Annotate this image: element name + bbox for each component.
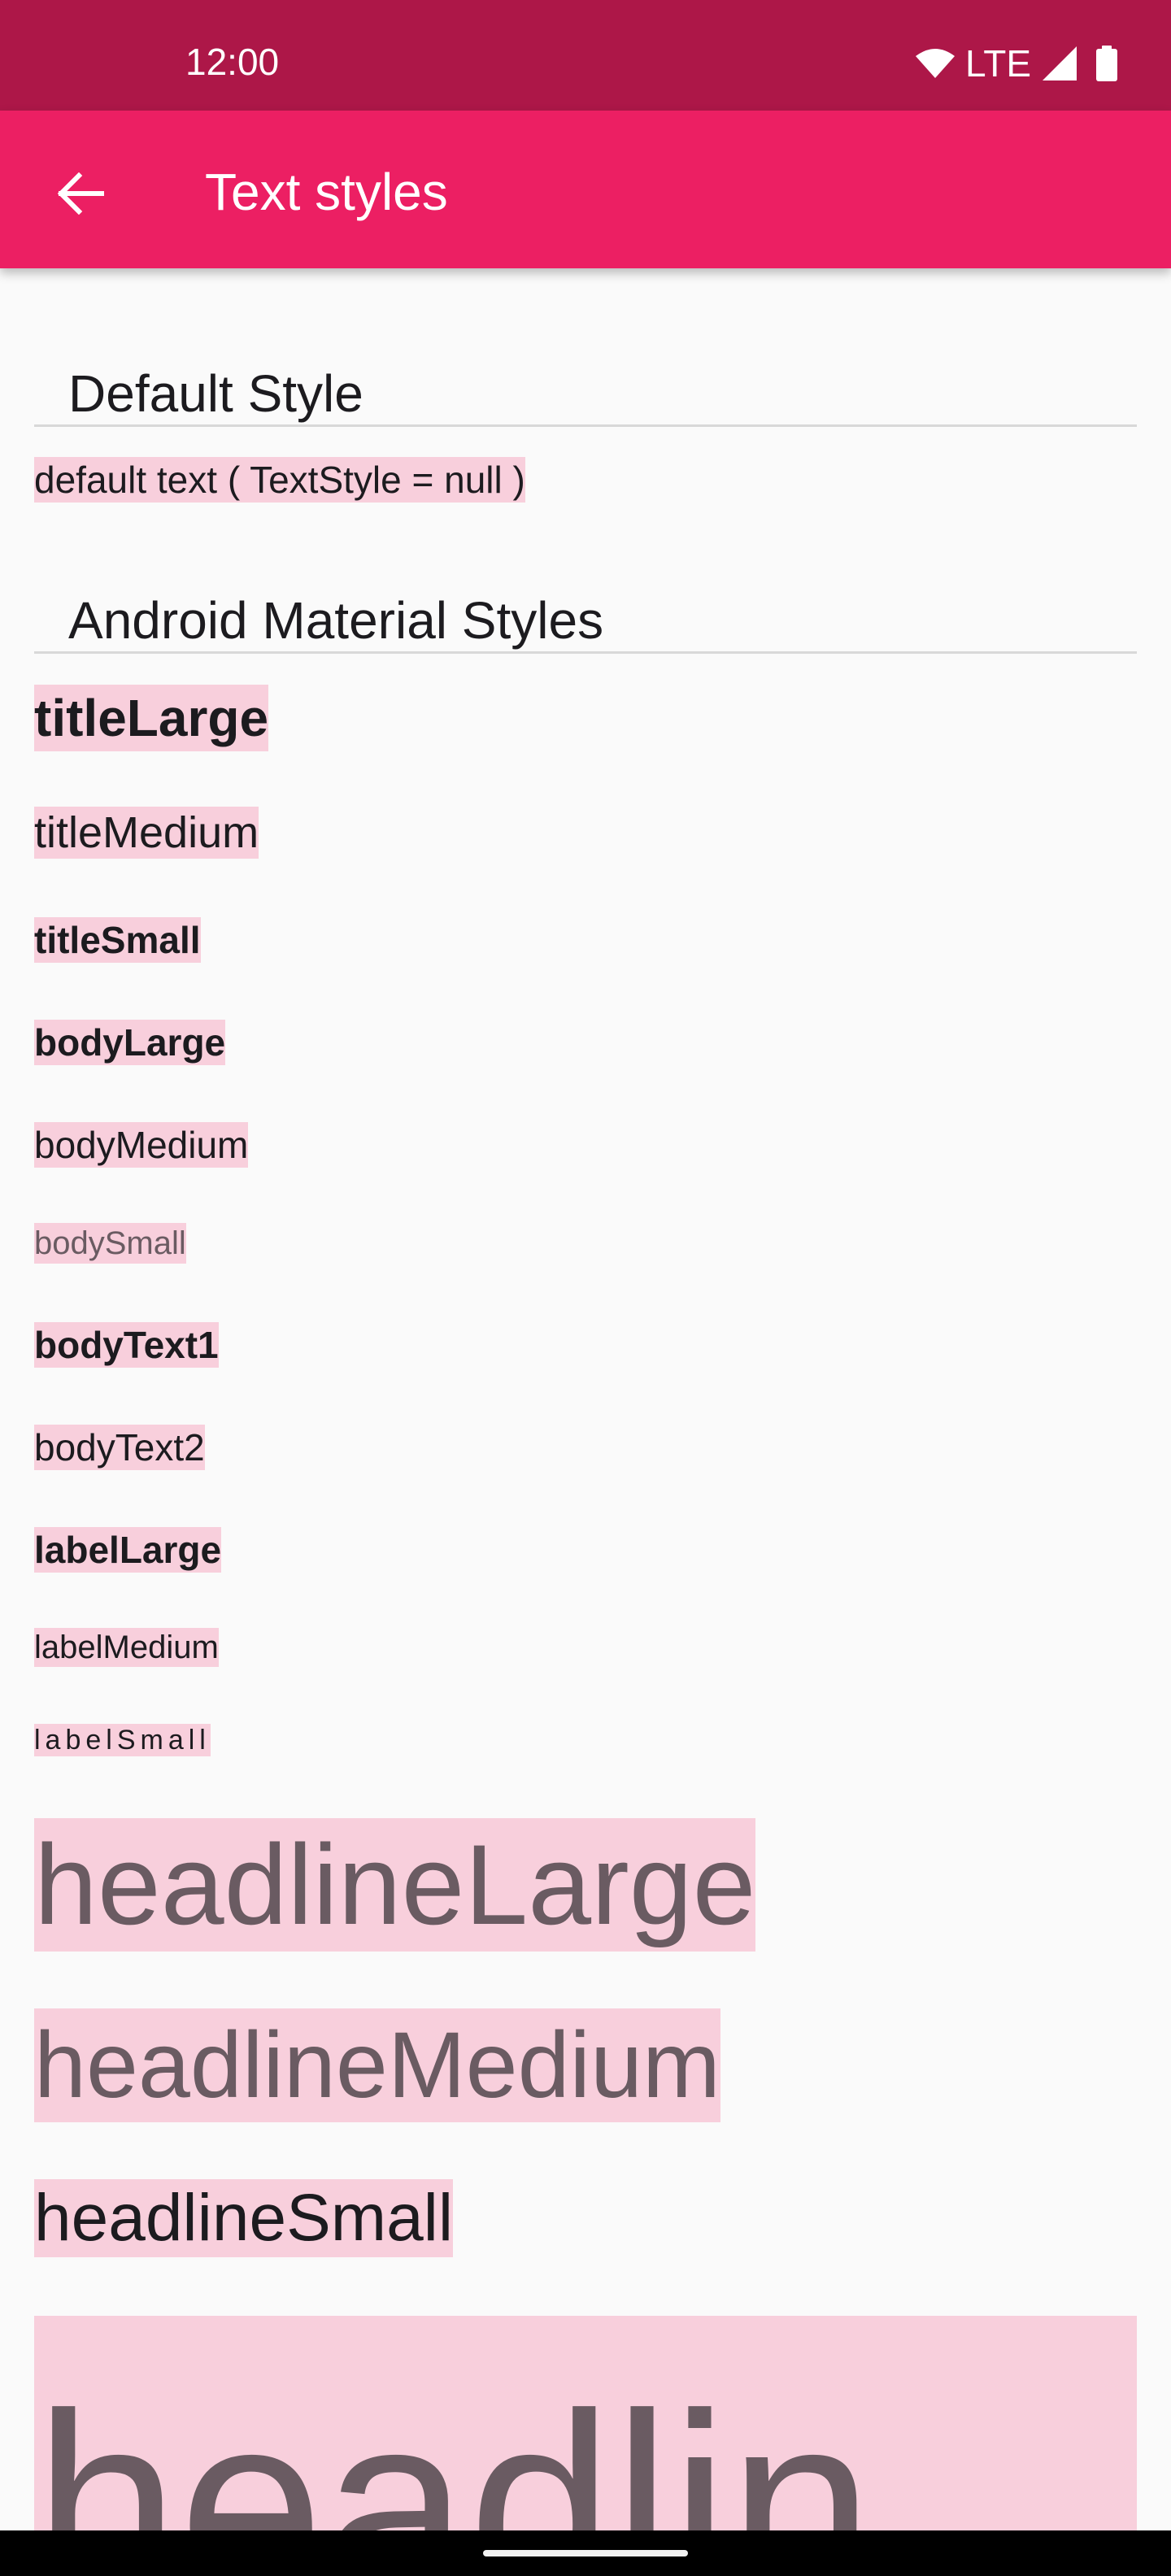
sample-body-small: bodySmall bbox=[34, 1223, 186, 1264]
status-bar: 12:00 LTE bbox=[0, 0, 1171, 111]
sample-title-large: titleLarge bbox=[34, 685, 269, 751]
sample-headline-medium: headlineMedium bbox=[34, 2008, 720, 2122]
sample-title-small: titleSmall bbox=[34, 917, 201, 963]
status-icons: LTE bbox=[915, 41, 1117, 86]
sample-body-large: bodyLarge bbox=[34, 1020, 226, 1065]
sample-headline-large: headlineLarge bbox=[34, 1818, 756, 1952]
home-gesture-handle[interactable] bbox=[483, 2550, 688, 2556]
sample-default-text: default text ( TextStyle = null ) bbox=[34, 457, 525, 503]
sample-title-medium: titleMedium bbox=[34, 807, 259, 859]
text-styles-list[interactable]: Default Style default text ( TextStyle =… bbox=[0, 268, 1171, 2530]
sample-label-medium: labelMedium bbox=[34, 1628, 219, 1667]
sample-body-medium: bodyMedium bbox=[34, 1122, 249, 1168]
sample-label-small: labelSmall bbox=[34, 1724, 211, 1756]
arrow-back-icon bbox=[57, 172, 104, 215]
network-type-label: LTE bbox=[965, 42, 1031, 85]
navigation-bar bbox=[0, 2530, 1171, 2576]
wifi-icon bbox=[915, 47, 956, 80]
section-header-default: Default Style bbox=[34, 363, 1137, 427]
cell-signal-icon bbox=[1043, 46, 1078, 80]
page-title: Text styles bbox=[205, 163, 448, 221]
section-title-default: Default Style bbox=[68, 364, 363, 423]
sample-headline-small: headlineSmall bbox=[34, 2179, 454, 2257]
back-button[interactable] bbox=[46, 159, 114, 228]
sample-label-large: labelLarge bbox=[34, 1527, 222, 1573]
status-time: 12:00 bbox=[185, 41, 280, 83]
sample-body-text2: bodyText2 bbox=[34, 1425, 205, 1470]
battery-icon bbox=[1096, 46, 1117, 81]
sample-display-large: headlin bbox=[34, 2316, 1137, 2530]
section-header-material: Android Material Styles bbox=[34, 590, 1137, 654]
display-large-text: headlin bbox=[34, 2359, 874, 2530]
section-title-material: Android Material Styles bbox=[68, 591, 604, 650]
sample-body-text1: bodyText1 bbox=[34, 1322, 219, 1368]
app-bar: Text styles bbox=[0, 111, 1171, 268]
